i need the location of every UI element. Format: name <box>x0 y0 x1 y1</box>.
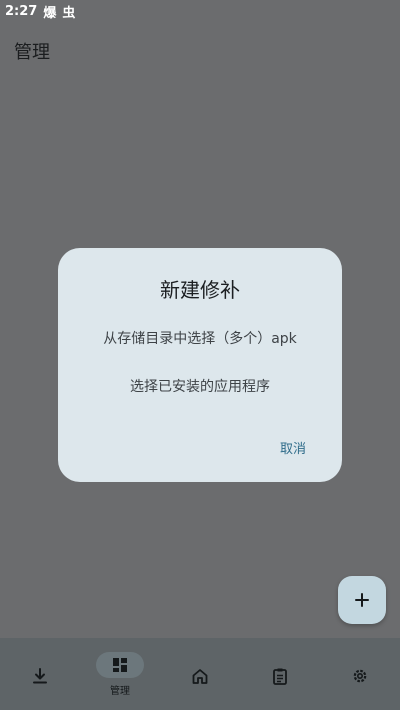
status-bar: 2:27 爆 虫 <box>0 0 400 22</box>
nav-item-download[interactable] <box>0 638 80 710</box>
nav-label-manage: 管理 <box>110 686 130 697</box>
dialog-title: 新建修补 <box>160 278 240 302</box>
status-indicator: 爆 <box>43 5 57 21</box>
status-time: 2:27 <box>5 3 38 19</box>
status-indicator: 虫 <box>62 5 76 21</box>
clipboard-icon <box>273 668 287 685</box>
cancel-button[interactable]: 取消 <box>280 438 306 457</box>
new-patch-dialog: 新建修补 从存储目录中选择（多个）apk 选择已安装的应用程序 取消 <box>58 248 342 482</box>
nav-item-home[interactable] <box>160 638 240 710</box>
nav-item-clipboard[interactable] <box>240 638 320 710</box>
add-button[interactable] <box>338 576 386 624</box>
plus-icon <box>355 593 369 607</box>
download-icon <box>33 668 47 684</box>
home-icon <box>192 669 208 684</box>
manage-grid-icon <box>113 658 127 672</box>
nav-item-settings[interactable] <box>320 638 400 710</box>
bottom-navigation: 管理 <box>0 638 400 710</box>
page-title: 管理 <box>14 42 50 63</box>
settings-gear-icon <box>353 669 367 683</box>
select-from-storage-option[interactable]: 从存储目录中选择（多个）apk <box>58 328 342 348</box>
nav-item-manage[interactable]: 管理 <box>80 638 160 710</box>
select-installed-app-option[interactable]: 选择已安装的应用程序 <box>58 376 342 396</box>
